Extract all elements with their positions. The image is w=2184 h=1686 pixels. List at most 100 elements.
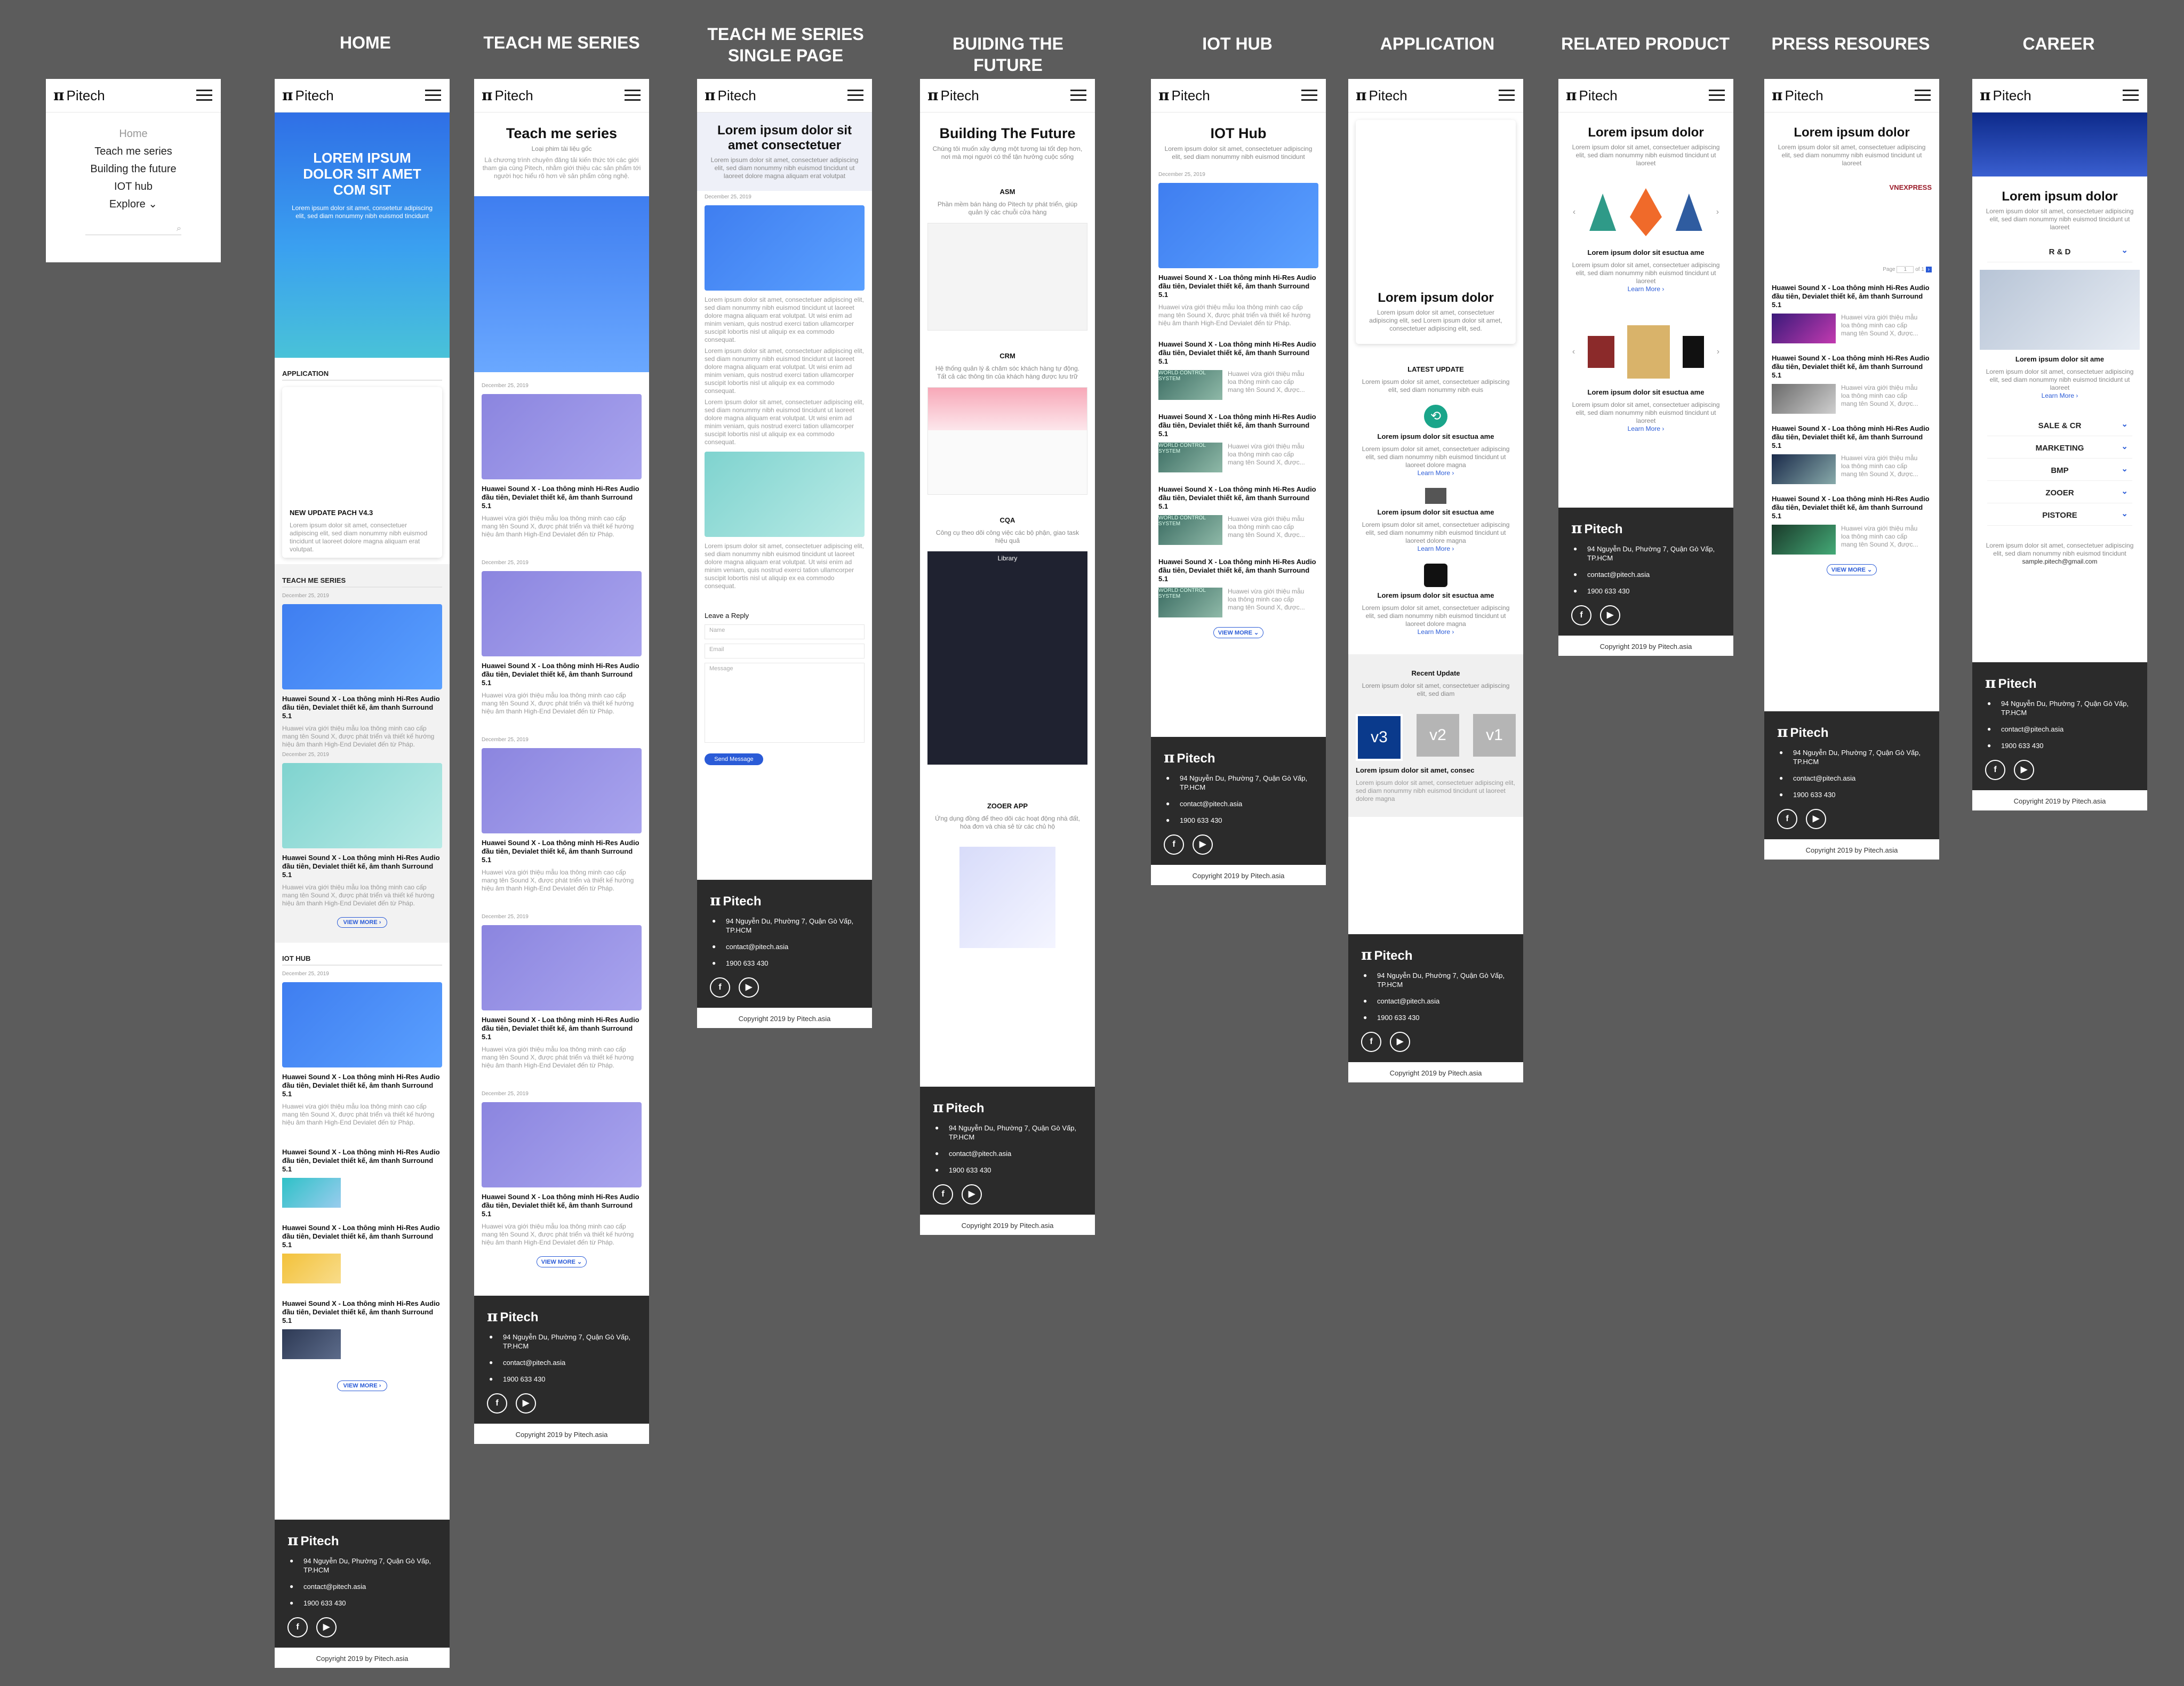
article-title[interactable]: Huawei Sound X - Loa thông minh Hi-Res A… bbox=[482, 1193, 642, 1218]
footer-email[interactable]: contact@pitech.asia bbox=[1363, 997, 1510, 1006]
footer-logo[interactable]: π Pitech bbox=[1164, 749, 1313, 766]
next-page-icon[interactable]: › bbox=[1925, 267, 1932, 272]
menu-search-input[interactable]: ⌕ bbox=[85, 224, 181, 235]
article-title[interactable]: Huawei Sound X - Loa thông minh Hi-Res A… bbox=[482, 1016, 642, 1041]
learn-more-link[interactable]: Learn More › bbox=[1359, 545, 1513, 553]
article-thumb[interactable] bbox=[282, 1178, 341, 1208]
career-email[interactable]: sample.pitech@gmail.com bbox=[1983, 558, 2137, 566]
article-image[interactable] bbox=[482, 1102, 642, 1187]
product-image[interactable] bbox=[1629, 188, 1662, 236]
view-more-button[interactable]: VIEW MORE ⌄ bbox=[1827, 564, 1877, 575]
article-thumb[interactable] bbox=[1772, 525, 1836, 555]
article-title[interactable]: Huawei Sound X - Loa thông minh Hi-Res A… bbox=[282, 854, 442, 879]
article-image[interactable] bbox=[705, 205, 865, 291]
article-title[interactable]: Huawei Sound X - Loa thông minh Hi-Res A… bbox=[1772, 424, 1932, 450]
youtube-icon[interactable]: ▶ bbox=[316, 1617, 337, 1637]
youtube-icon[interactable]: ▶ bbox=[1806, 809, 1826, 829]
facebook-icon[interactable]: f bbox=[1777, 809, 1797, 829]
footer-logo[interactable]: π Pitech bbox=[1985, 674, 2134, 692]
footer-logo[interactable]: π Pitech bbox=[487, 1307, 636, 1325]
article-image[interactable] bbox=[705, 452, 865, 537]
article-image[interactable] bbox=[482, 394, 642, 479]
email-field[interactable]: Email bbox=[705, 644, 865, 659]
brand-logo[interactable]: π Pitech bbox=[1356, 86, 1407, 104]
article-thumb[interactable] bbox=[1772, 314, 1836, 343]
article-image[interactable] bbox=[482, 748, 642, 833]
article-title[interactable]: Huawei Sound X - Loa thông minh Hi-Res A… bbox=[282, 1073, 442, 1098]
article-title[interactable]: Huawei Sound X - Loa thông minh Hi-Res A… bbox=[482, 485, 642, 510]
article-thumb[interactable]: WORLD CONTROL SYSTEM bbox=[1158, 370, 1222, 400]
article-thumb[interactable] bbox=[1772, 454, 1836, 484]
facebook-icon[interactable]: f bbox=[710, 977, 730, 998]
view-more-button[interactable]: VIEW MORE › bbox=[337, 1380, 387, 1391]
send-message-button[interactable]: Send Message bbox=[705, 753, 763, 765]
brand-logo[interactable]: π Pitech bbox=[1772, 86, 1823, 104]
footer-logo[interactable]: π Pitech bbox=[710, 892, 859, 909]
footer-phone[interactable]: 1900 633 430 bbox=[1363, 1013, 1510, 1022]
hamburger-menu-icon[interactable] bbox=[847, 90, 863, 101]
youtube-icon[interactable]: ▶ bbox=[1193, 834, 1213, 855]
hamburger-menu-icon[interactable] bbox=[1709, 90, 1725, 101]
facebook-icon[interactable]: f bbox=[287, 1617, 308, 1637]
brand-logo[interactable]: π Pitech bbox=[705, 86, 756, 104]
learn-more-link[interactable]: Learn More › bbox=[1983, 392, 2137, 400]
article-title[interactable]: Huawei Sound X - Loa thông minh Hi-Res A… bbox=[1158, 413, 1318, 438]
article-title[interactable]: Huawei Sound X - Loa thông minh Hi-Res A… bbox=[1772, 354, 1932, 380]
article-thumb[interactable] bbox=[282, 1329, 341, 1359]
hamburger-menu-icon[interactable] bbox=[1070, 90, 1086, 101]
footer-email[interactable]: contact@pitech.asia bbox=[1779, 774, 1926, 783]
article-title[interactable]: Huawei Sound X - Loa thông minh Hi-Res A… bbox=[1158, 485, 1318, 511]
footer-email[interactable]: contact@pitech.asia bbox=[290, 1582, 437, 1591]
learn-more-link[interactable]: Learn More › bbox=[1569, 285, 1723, 293]
article-thumb[interactable]: WORLD CONTROL SYSTEM bbox=[1158, 588, 1222, 617]
youtube-icon[interactable]: ▶ bbox=[1390, 1032, 1410, 1052]
message-field[interactable]: Message bbox=[705, 663, 865, 743]
brand-logo[interactable]: π Pitech bbox=[1980, 86, 2031, 104]
article-image[interactable] bbox=[482, 925, 642, 1010]
brand-logo[interactable]: π Pitech bbox=[927, 86, 979, 104]
article-thumb[interactable]: WORLD CONTROL SYSTEM bbox=[1158, 443, 1222, 472]
facebook-icon[interactable]: f bbox=[1985, 760, 2005, 780]
footer-email[interactable]: contact@pitech.asia bbox=[1573, 570, 1721, 579]
hamburger-menu-icon[interactable] bbox=[196, 90, 212, 101]
article-title[interactable]: Huawei Sound X - Loa thông minh Hi-Res A… bbox=[1158, 340, 1318, 366]
accordion-sale[interactable]: SALE & CR bbox=[1987, 419, 2132, 436]
learn-more-link[interactable]: Learn More › bbox=[1569, 425, 1723, 433]
facebook-icon[interactable]: f bbox=[1164, 834, 1184, 855]
footer-phone[interactable]: 1900 633 430 bbox=[935, 1166, 1082, 1175]
brand-logo[interactable]: π Pitech bbox=[482, 86, 533, 104]
article-image[interactable] bbox=[1158, 183, 1318, 268]
footer-phone[interactable]: 1900 633 430 bbox=[1166, 816, 1313, 825]
footer-logo[interactable]: π Pitech bbox=[1571, 519, 1721, 537]
hamburger-menu-icon[interactable] bbox=[2123, 90, 2139, 101]
article-title[interactable]: Huawei Sound X - Loa thông minh Hi-Res A… bbox=[282, 1224, 442, 1249]
youtube-icon[interactable]: ▶ bbox=[516, 1393, 536, 1414]
product-image[interactable] bbox=[1588, 336, 1615, 368]
article-title[interactable]: Huawei Sound X - Loa thông minh Hi-Res A… bbox=[1772, 284, 1932, 309]
product-image[interactable] bbox=[1675, 194, 1702, 231]
footer-phone[interactable]: 1900 633 430 bbox=[712, 959, 859, 968]
accordion-rd[interactable]: R & D bbox=[1987, 245, 2132, 262]
article-thumb[interactable] bbox=[1772, 384, 1836, 414]
hamburger-menu-icon[interactable] bbox=[625, 90, 641, 101]
product-image[interactable] bbox=[1589, 194, 1617, 231]
article-thumb[interactable] bbox=[282, 1254, 341, 1283]
article-image[interactable] bbox=[282, 604, 442, 689]
brand-logo[interactable]: π Pitech bbox=[282, 86, 334, 104]
footer-email[interactable]: contact@pitech.asia bbox=[712, 942, 859, 951]
hamburger-menu-icon[interactable] bbox=[1499, 90, 1515, 101]
youtube-icon[interactable]: ▶ bbox=[1600, 605, 1620, 625]
footer-phone[interactable]: 1900 633 430 bbox=[1573, 587, 1721, 596]
facebook-icon[interactable]: f bbox=[487, 1393, 507, 1414]
youtube-icon[interactable]: ▶ bbox=[739, 977, 759, 998]
youtube-icon[interactable]: ▶ bbox=[2014, 760, 2034, 780]
product-image[interactable] bbox=[1682, 336, 1704, 368]
view-more-button[interactable]: VIEW MORE ⌄ bbox=[537, 1256, 587, 1267]
footer-email[interactable]: contact@pitech.asia bbox=[1166, 799, 1313, 808]
version-v1[interactable]: v1 bbox=[1473, 714, 1516, 757]
article-title[interactable]: Huawei Sound X - Loa thông minh Hi-Res A… bbox=[282, 1299, 442, 1325]
footer-logo[interactable]: π Pitech bbox=[933, 1098, 1082, 1116]
menu-item-iot[interactable]: IOT hub bbox=[46, 178, 221, 196]
facebook-icon[interactable]: f bbox=[933, 1184, 953, 1205]
product-carousel[interactable]: ‹ › bbox=[1566, 320, 1726, 384]
